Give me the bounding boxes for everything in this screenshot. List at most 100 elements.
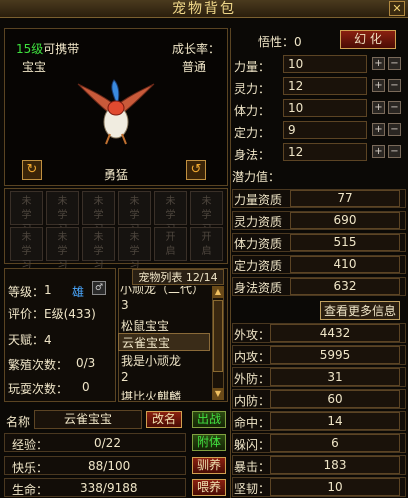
wuxing-label-text: 悟性： <box>258 35 295 49</box>
play-value: 0 <box>82 380 90 394</box>
combat-label: 坚韧： <box>234 482 271 496</box>
base-attr-value: 10 <box>283 99 367 117</box>
skill-slot[interactable]: 未学习 <box>82 191 115 235</box>
talent-value: 4 <box>44 333 52 347</box>
exp-label: 经验： <box>12 438 49 452</box>
combat-value: 10 <box>270 478 400 496</box>
aptitude-label: 灵力资质 <box>234 215 283 229</box>
pet-list-title: 宠物列表 <box>138 271 183 284</box>
minus-button[interactable]: − <box>388 101 401 114</box>
combat-value: 14 <box>270 412 400 430</box>
level-label: 等级： <box>8 285 45 299</box>
skill-slot[interactable]: 未学习 <box>190 191 223 235</box>
window-title: 宠物背包 <box>172 1 236 17</box>
skill-slots: 未学习未学习未学习未学习未学习未学习未学习未学习未学习未学习开启开启 <box>10 191 226 271</box>
skill-slot[interactable]: 开启 <box>190 227 223 261</box>
close-button[interactable]: ✕ <box>389 1 405 16</box>
skill-slot[interactable]: 未学习 <box>10 227 43 271</box>
rating-value: E级(433) <box>44 307 96 321</box>
minus-button[interactable]: − <box>388 123 401 136</box>
base-attr-value: 12 <box>283 143 367 161</box>
attach-button[interactable]: 附体 <box>192 434 226 451</box>
name-label: 名称 <box>6 415 31 429</box>
aptitude-value: 515 <box>290 234 400 251</box>
pet-list-count: 12/14 <box>185 271 218 284</box>
play-label: 玩耍次数： <box>8 382 69 396</box>
gender-icon[interactable]: ♂ <box>92 281 106 295</box>
combat-label: 内攻： <box>234 350 271 364</box>
skill-slot[interactable]: 未学习 <box>118 191 151 235</box>
wuxing-value: 0 <box>294 35 302 49</box>
aptitude-value: 410 <box>290 256 400 273</box>
deploy-button[interactable]: 出战 <box>192 411 226 428</box>
huanhua-button[interactable]: 幻 化 <box>340 30 396 49</box>
combat-value: 4432 <box>270 324 400 342</box>
pet-list-item[interactable]: 堪比火麒麟 <box>121 388 181 400</box>
pet-nature: 勇猛 <box>104 168 129 182</box>
minus-button[interactable]: − <box>388 79 401 92</box>
pet-list-item[interactable]: 我是小顽龙 <box>121 352 181 369</box>
tame-button[interactable]: 驯养 <box>192 457 226 474</box>
base-attr-label: 体力： <box>234 104 271 118</box>
gender-label: 雄 <box>72 285 85 299</box>
pet-list-item-selected[interactable]: 云雀宝宝 <box>118 333 210 351</box>
skill-slot[interactable]: 未学习 <box>46 191 79 235</box>
rotate-right-button[interactable]: ↺ <box>186 160 206 180</box>
aptitude-label: 力量资质 <box>234 193 283 207</box>
combat-label: 暴击： <box>234 460 271 474</box>
base-attr-value: 10 <box>283 55 367 73</box>
scroll-down-button[interactable]: ▼ <box>212 388 224 400</box>
plus-button[interactable]: + <box>372 123 385 136</box>
rename-button[interactable]: 改名 <box>146 411 182 428</box>
feed-button[interactable]: 喂养 <box>192 479 226 496</box>
pet-level-value: 15级 <box>16 42 44 56</box>
plus-button[interactable]: + <box>372 79 385 92</box>
skill-slot[interactable]: 开启 <box>154 227 187 261</box>
pet-list-header: 宠物列表 12/14 <box>132 269 224 285</box>
talent-label-text: 天赋： <box>8 333 45 347</box>
growth-value: 普通 <box>182 60 207 74</box>
pet-list-item[interactable]: 3 <box>121 298 129 312</box>
potential-label: 潜力值： <box>232 170 281 184</box>
aptitude-label: 体力资质 <box>234 237 283 251</box>
pet-list-item[interactable]: 松鼠宝宝 <box>121 317 169 334</box>
skill-slot[interactable]: 未学习 <box>10 191 43 235</box>
happy-label: 快乐： <box>12 461 49 475</box>
rating-label: 评价：E级(433) <box>8 305 96 322</box>
base-attr-label: 力量： <box>234 60 271 74</box>
minus-button[interactable]: − <box>388 57 401 70</box>
aptitude-label: 定力资质 <box>234 259 283 273</box>
plus-button[interactable]: + <box>372 101 385 114</box>
minus-button[interactable]: − <box>388 145 401 158</box>
pet-list-item[interactable]: 小顽龙（二代） <box>120 286 204 297</box>
skill-slot[interactable]: 未学习 <box>46 227 79 271</box>
pet-species-name: 宝宝 <box>22 60 47 74</box>
skill-slot[interactable]: 未学习 <box>154 191 187 235</box>
aptitude-value: 690 <box>290 212 400 229</box>
skill-slot[interactable]: 未学习 <box>82 227 115 271</box>
combat-value: 5995 <box>270 346 400 364</box>
pet-name-field[interactable]: 云雀宝宝 <box>34 410 142 429</box>
combat-value: 31 <box>270 368 400 386</box>
scroll-thumb[interactable] <box>213 300 223 372</box>
more-info-label: 查看更多信息 <box>323 304 396 318</box>
pet-level: 15级可携带 <box>16 40 79 57</box>
pet-list-item[interactable]: 2 <box>121 370 129 384</box>
combat-label: 内防： <box>234 394 271 408</box>
exp-value: 0/22 <box>94 436 121 450</box>
base-attr-value: 9 <box>283 121 367 139</box>
plus-button[interactable]: + <box>372 57 385 70</box>
combat-value: 60 <box>270 390 400 408</box>
level-value: 1 <box>44 283 52 297</box>
scroll-up-button[interactable]: ▲ <box>212 286 224 298</box>
life-label: 生命： <box>12 483 49 497</box>
rotate-left-button[interactable]: ↻ <box>22 160 42 180</box>
pet-list: 小顽龙（二代） 3 松鼠宝宝 云雀宝宝 我是小顽龙 2 堪比火麒麟 <box>118 286 210 400</box>
skill-slot[interactable]: 未学习 <box>118 227 151 271</box>
happy-value: 88/100 <box>88 459 131 473</box>
pet-sprite <box>77 79 155 145</box>
pet-carry-text: 可携带 <box>43 42 80 56</box>
rating-label-text: 评价： <box>8 307 45 321</box>
base-attr-label: 定力： <box>234 126 271 140</box>
plus-button[interactable]: + <box>372 145 385 158</box>
